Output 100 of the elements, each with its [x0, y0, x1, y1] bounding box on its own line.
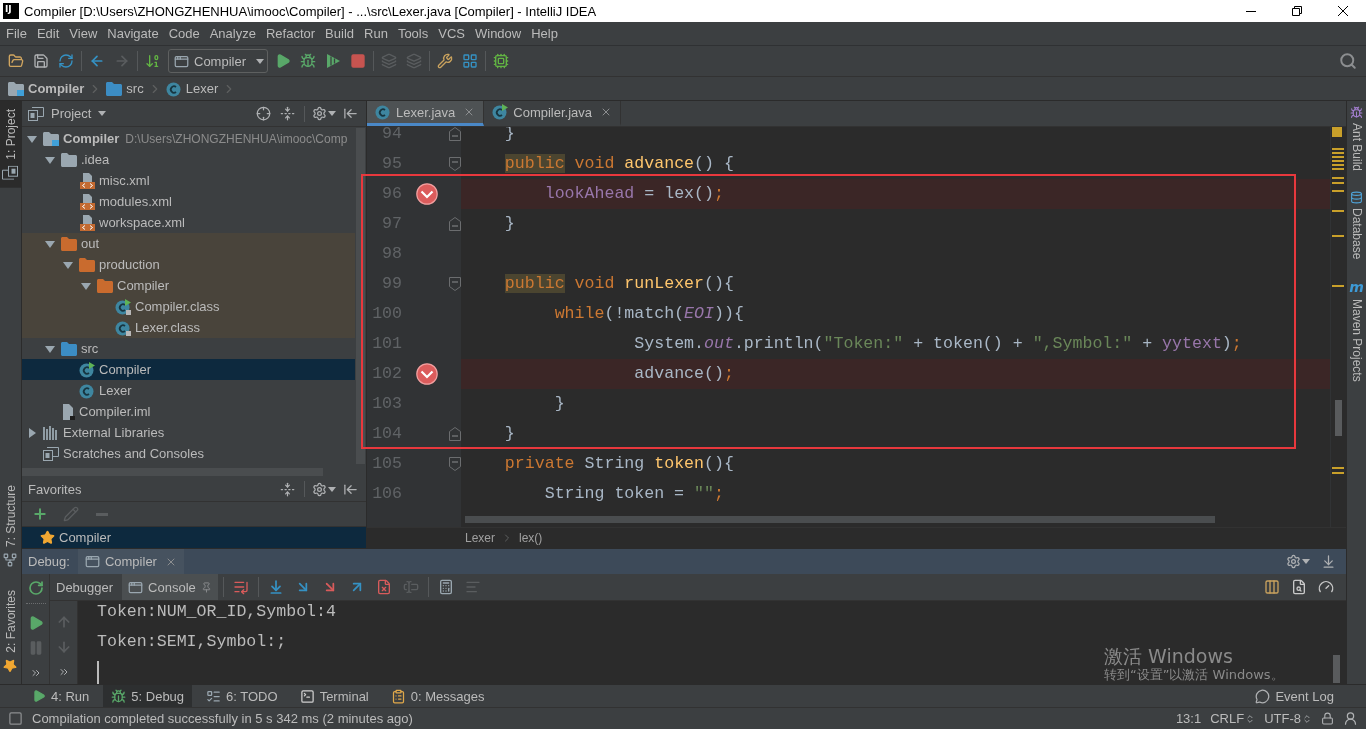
- arrow-digits-icon: [145, 53, 161, 69]
- debug-tab[interactable]: Console: [122, 574, 218, 600]
- tree-item[interactable]: src: [22, 338, 355, 359]
- editor-tab[interactable]: Compiler.java: [484, 101, 622, 126]
- tree-item[interactable]: Compiler: [22, 275, 355, 296]
- tool-window-tab[interactable]: 2: Favorites: [0, 582, 21, 681]
- menu-item[interactable]: Code: [163, 23, 205, 44]
- tool-window-button[interactable]: 4: Run: [24, 685, 98, 707]
- pin-icon: [200, 581, 212, 593]
- code-line: advance();: [634, 366, 734, 382]
- menu-item[interactable]: Tools: [392, 23, 434, 44]
- tree-item[interactable]: .idea: [22, 149, 355, 170]
- expand-arrow-icon[interactable]: [45, 343, 55, 354]
- menu-item[interactable]: Refactor: [260, 23, 321, 44]
- menu-item[interactable]: Run: [359, 23, 393, 44]
- menu-item[interactable]: VCS: [433, 23, 470, 44]
- breadcrumb-item[interactable]: Lexer: [465, 531, 496, 545]
- fold-marker-icon[interactable]: [449, 217, 461, 231]
- menu-item[interactable]: Window: [469, 23, 527, 44]
- tree-item[interactable]: out: [22, 233, 355, 254]
- breadcrumb-item[interactable]: lex(): [519, 531, 543, 545]
- bug-icon: [1350, 106, 1363, 119]
- breakpoint-icon[interactable]: [416, 183, 438, 205]
- tool-window-tab[interactable]: m Maven Projects: [1347, 277, 1366, 385]
- tree-item[interactable]: Lexer: [22, 380, 355, 401]
- run-configuration-dropdown[interactable]: Compiler: [168, 49, 268, 73]
- tool-window-tab[interactable]: 1: Project: [0, 101, 21, 188]
- runnable-class-icon: [79, 361, 95, 378]
- tree-item[interactable]: workspace.xml: [22, 212, 355, 233]
- tool-window-button[interactable]: Terminal: [291, 685, 377, 707]
- class-icon: [79, 382, 95, 399]
- expand-arrow-icon[interactable]: [63, 259, 73, 270]
- expand-arrow-icon[interactable]: [81, 280, 91, 291]
- window-title: Compiler [D:\Users\ZHONGZHENHUA\imooc\Compiler] - ...\src\Lexer.java [Compiler] - IntelliJ IDEA: [24, 3, 598, 19]
- breadcrumb-item[interactable]: Compiler: [8, 77, 85, 100]
- menu-item[interactable]: Build: [320, 23, 359, 44]
- code-line: }: [554, 396, 565, 412]
- code-editor[interactable]: [367, 127, 1346, 527]
- vertical-scrollbar[interactable]: [1333, 655, 1340, 683]
- code-line: }: [504, 216, 515, 232]
- class-icon: [165, 80, 182, 97]
- expand-arrow-icon[interactable]: [45, 154, 55, 165]
- fold-marker-icon[interactable]: [449, 457, 461, 471]
- menu-item[interactable]: Edit: [31, 23, 65, 44]
- tree-item[interactable]: External Libraries: [22, 422, 355, 443]
- event-log-button[interactable]: Event Log: [1247, 685, 1342, 707]
- tree-item[interactable]: modules.xml: [22, 191, 355, 212]
- panel-title: Debug:: [28, 554, 70, 569]
- menu-item[interactable]: View: [64, 23, 103, 44]
- tool-window-tab[interactable]: Ant Build: [1347, 104, 1366, 174]
- favorite-item[interactable]: Compiler: [22, 527, 366, 548]
- menu-item[interactable]: Analyze: [204, 23, 261, 44]
- tree-item[interactable]: misc.xml: [22, 170, 355, 191]
- encoding-selector[interactable]: UTF-8: [1264, 708, 1312, 729]
- tree-item[interactable]: Compiler: [22, 359, 355, 380]
- menu-item[interactable]: File: [1, 23, 32, 44]
- vertical-scrollbar[interactable]: [356, 128, 365, 464]
- expand-arrow-icon[interactable]: [27, 133, 37, 144]
- editor-tab[interactable]: Lexer.java: [367, 101, 485, 126]
- project-path: D:\Users\ZHONGZHENHUA\imooc\Comp: [125, 131, 348, 146]
- updown-arrows-icon: [1302, 713, 1312, 724]
- tree-item[interactable]: Lexer.class: [22, 317, 355, 338]
- tool-window-button[interactable]: 0: Messages: [382, 685, 493, 707]
- list-arrow-icon: [232, 579, 249, 595]
- text-cursor-icon: [97, 661, 99, 684]
- console-line: Token:SEMI,Symbol:;: [97, 631, 287, 653]
- tool-window-tab[interactable]: 7: Structure: [0, 477, 21, 576]
- vertical-scrollbar[interactable]: [1335, 400, 1342, 436]
- code-line: }: [504, 426, 515, 442]
- fold-marker-icon[interactable]: [449, 277, 461, 291]
- fold-marker-icon[interactable]: [449, 127, 461, 141]
- folder-icon: [79, 257, 95, 272]
- tool-window-button[interactable]: 5: Debug: [103, 685, 193, 707]
- tree-item[interactable]: Compiler.iml: [22, 401, 355, 422]
- breakpoint-icon[interactable]: [416, 363, 438, 385]
- caret-icon: [328, 111, 336, 116]
- restore-icon: [1292, 6, 1302, 16]
- tree-item[interactable]: Scratches and Consoles: [22, 443, 355, 464]
- session-tab[interactable]: Compiler: [77, 549, 184, 574]
- tool-window-tab[interactable]: Database: [1347, 189, 1366, 262]
- caret-position[interactable]: 13:1: [1175, 708, 1202, 729]
- hierarchy-icon: [3, 553, 18, 568]
- fold-marker-icon[interactable]: [449, 427, 461, 441]
- line-separator-selector[interactable]: CRLF: [1210, 708, 1256, 729]
- horizontal-scrollbar[interactable]: [465, 516, 1215, 523]
- expand-arrow-icon[interactable]: [45, 238, 55, 249]
- breadcrumb-item[interactable]: Lexer: [165, 77, 219, 100]
- horizontal-scrollbar[interactable]: [22, 468, 323, 476]
- tool-window-button[interactable]: 6: TODO: [198, 685, 286, 707]
- fold-marker-icon[interactable]: [449, 157, 461, 171]
- menu-item[interactable]: Help: [526, 23, 563, 44]
- menu-item[interactable]: Navigate: [102, 23, 164, 44]
- debug-tab[interactable]: Debugger: [50, 574, 120, 600]
- cursor-input-icon: [402, 579, 419, 595]
- view-selector-dropdown[interactable]: Project: [28, 102, 107, 125]
- tree-item[interactable]: Compiler.class: [22, 296, 355, 317]
- tree-item[interactable]: production: [22, 254, 355, 275]
- expand-arrow-icon[interactable]: [27, 427, 37, 438]
- breadcrumb-item[interactable]: src: [106, 77, 144, 100]
- tree-item[interactable]: Compiler D:\Users\ZHONGZHENHUA\imooc\Comp: [22, 128, 355, 149]
